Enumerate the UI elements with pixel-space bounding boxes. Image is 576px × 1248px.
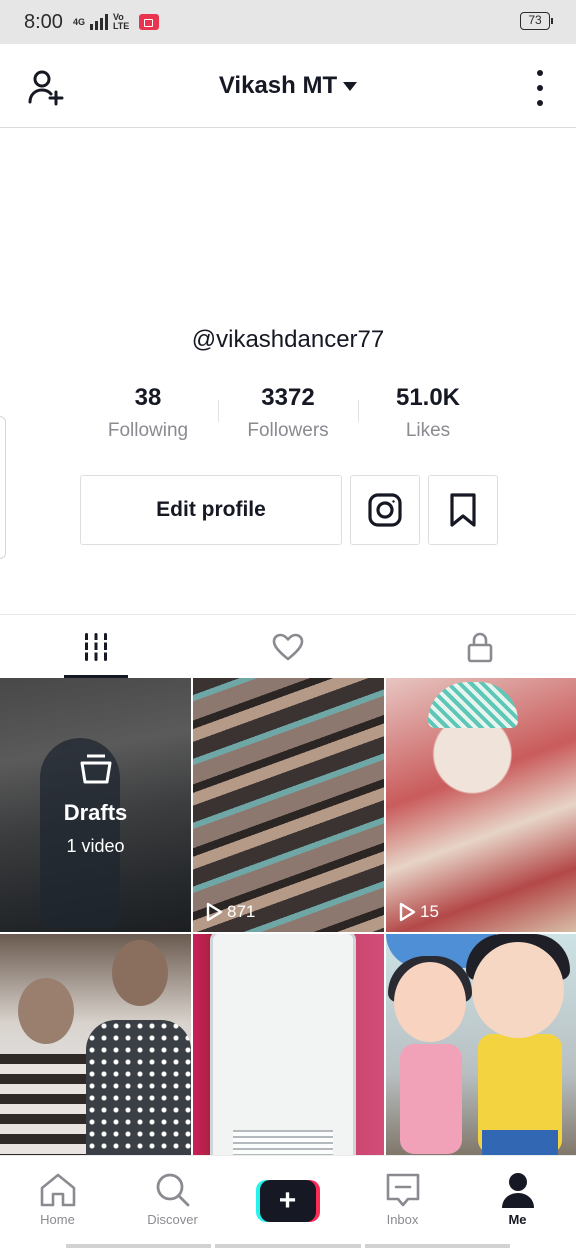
view-count-text: 15	[420, 902, 439, 921]
stat-label: Likes	[405, 420, 451, 441]
stat-likes[interactable]: 51.0K Likes	[358, 382, 498, 446]
view-count: 871	[205, 902, 255, 922]
view-count: 15	[398, 902, 439, 922]
person-icon	[501, 1173, 534, 1208]
play-icon	[206, 902, 223, 922]
tab-liked[interactable]	[192, 615, 384, 679]
signal-icon	[89, 14, 108, 30]
drafts-count: 1 video	[66, 836, 125, 856]
stat-followers[interactable]: 3372 Followers	[218, 382, 358, 446]
nav-inbox[interactable]: Inbox	[345, 1156, 460, 1248]
edit-profile-button[interactable]: Edit profile	[80, 475, 342, 545]
search-icon	[156, 1173, 189, 1207]
stat-value: 38	[134, 384, 162, 411]
gesture-bar	[66, 1244, 510, 1248]
heart-icon	[272, 633, 304, 661]
tab-videos[interactable]	[0, 615, 192, 679]
nav-me[interactable]: Me	[460, 1156, 575, 1248]
account-switcher[interactable]: Vikash MT	[218, 71, 358, 100]
thumbnail-image	[428, 682, 518, 728]
profile-stats: 38 Following 3372 Followers 51.0K Likes	[78, 382, 498, 446]
drafts-overlay: Drafts 1 video	[0, 678, 191, 932]
stat-following[interactable]: 38 Following	[78, 382, 218, 446]
lock-icon	[467, 632, 493, 663]
stat-label: Followers	[247, 420, 329, 441]
stat-value: 3372	[261, 384, 315, 411]
inbox-icon	[386, 1173, 419, 1207]
screen-record-icon	[139, 14, 160, 30]
video-tile[interactable]: 15	[386, 678, 576, 932]
video-tile[interactable]	[0, 934, 191, 1188]
nav-discover[interactable]: Discover	[115, 1156, 230, 1248]
profile-header: Vikash MT	[0, 44, 576, 128]
video-tile[interactable]	[386, 934, 576, 1188]
bottom-navigation: Home Discover + Inbox Me	[0, 1155, 576, 1248]
person-plus-icon[interactable]	[26, 68, 66, 108]
drafts-tile[interactable]: Drafts 1 video	[0, 678, 191, 932]
video-tile[interactable]	[193, 934, 384, 1188]
username: @vikashdancer77	[191, 326, 385, 353]
play-icon	[399, 902, 416, 922]
volte-indicator: Vo LTE	[113, 13, 129, 31]
nav-label: Discover	[147, 1212, 198, 1227]
home-icon	[40, 1173, 75, 1207]
network-indicator: 4G Vo LTE	[73, 13, 129, 31]
content-tabs	[0, 614, 576, 678]
status-time: 8:00	[24, 10, 63, 33]
vertical-dots-icon[interactable]	[532, 70, 548, 106]
stat-value: 51.0K	[395, 384, 461, 411]
nav-label: Inbox	[386, 1212, 419, 1227]
nav-label: Me	[508, 1212, 527, 1227]
video-tile[interactable]: 871	[193, 678, 384, 932]
bookmark-icon	[450, 493, 476, 527]
create-button[interactable]: +	[230, 1156, 345, 1248]
video-grid: Drafts 1 video 871 15	[0, 678, 576, 1188]
instagram-button[interactable]	[350, 475, 420, 545]
network-type: 4G	[72, 16, 85, 27]
status-bar: 8:00 4G Vo LTE 73	[0, 0, 576, 44]
side-panel-edge[interactable]	[0, 416, 6, 559]
instagram-icon	[368, 493, 402, 527]
profile-actions: Edit profile	[80, 475, 498, 545]
caret-down-icon	[343, 82, 358, 91]
battery-icon: 73	[520, 12, 553, 30]
grid-icon	[83, 633, 109, 661]
view-count-text: 871	[227, 902, 256, 921]
volte-bottom: LTE	[112, 21, 130, 31]
nav-label: Home	[40, 1212, 75, 1227]
battery-level: 73	[528, 13, 542, 27]
drafts-title: Drafts	[63, 800, 128, 825]
header-title: Vikash MT	[218, 71, 338, 99]
stat-label: Following	[107, 420, 189, 441]
nav-home[interactable]: Home	[0, 1156, 115, 1248]
tab-private[interactable]	[384, 615, 576, 679]
favorites-button[interactable]	[428, 475, 498, 545]
drafts-box-icon	[80, 754, 111, 784]
plus-icon: +	[259, 1180, 316, 1222]
